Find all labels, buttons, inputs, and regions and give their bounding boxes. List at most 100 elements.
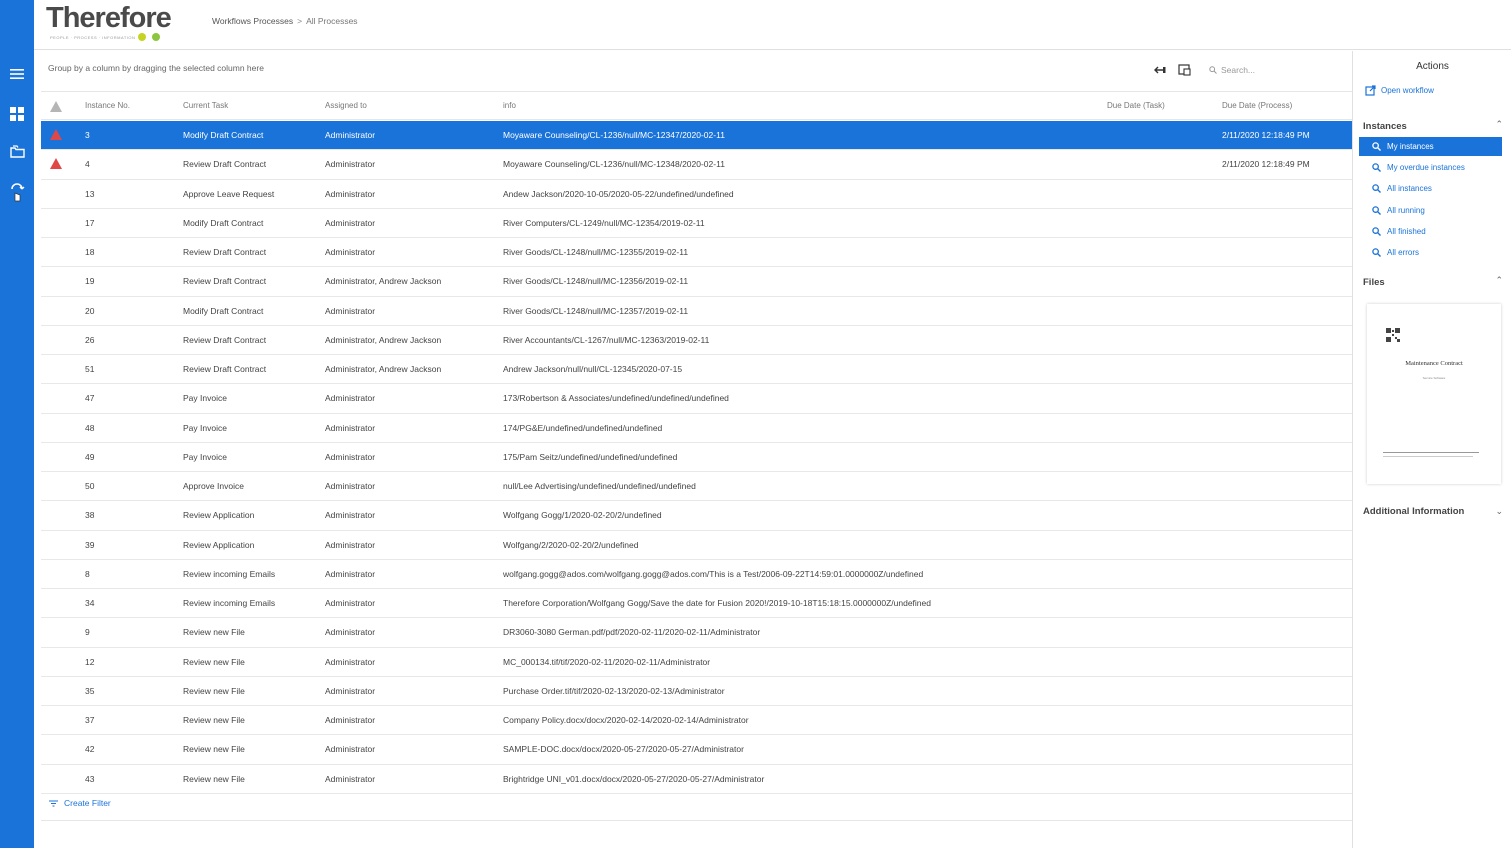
collapse-panel-icon[interactable] <box>1153 63 1167 77</box>
cell-info: SAMPLE-DOC.docx/docx/2020-05-27/2020-05-… <box>503 744 744 755</box>
table-row[interactable]: 9 Review new File Administrator DR3060-3080… <box>41 618 1352 648</box>
column-instance-no[interactable]: Instance No. <box>85 101 130 110</box>
cell-assigned-to: Administrator, Andrew Jackson <box>325 276 442 287</box>
column-assigned-to[interactable]: Assigned to <box>325 101 367 110</box>
cell-instance-no: 4 <box>85 159 90 170</box>
table-row[interactable]: 8 Review incoming Emails Administrator wolf… <box>41 560 1352 589</box>
cell-info: Therefore Corporation/Wolfgang Gogg/Save… <box>503 598 931 608</box>
instance-filter-item[interactable]: My instances <box>1359 137 1502 156</box>
instance-filter-item[interactable]: All finished <box>1359 222 1502 241</box>
warning-icon <box>50 158 62 170</box>
table-row[interactable]: 43 Review new File Administrator Brightridg… <box>41 765 1352 794</box>
qr-code-icon <box>1386 328 1400 342</box>
cell-current-task: Review Draft Contract <box>183 364 267 374</box>
cell-current-task: Modify Draft Contract <box>183 305 264 316</box>
breadcrumb-workflows[interactable]: Workflows Processes <box>212 16 293 26</box>
column-info[interactable]: info <box>503 101 516 110</box>
chevron-up-icon[interactable]: ⌃ <box>1495 275 1503 286</box>
cell-instance-no: 49 <box>85 451 95 462</box>
table-row[interactable]: 48 Pay Invoice Administrator 174/PG&E/undef… <box>41 414 1352 443</box>
instances-section-title[interactable]: Instances <box>1363 121 1407 132</box>
cell-assigned-to: Administrator <box>325 539 376 550</box>
cell-instance-no: 13 <box>85 188 95 199</box>
table-row[interactable]: 50 Approve Invoice Administrator null/Lee A… <box>41 472 1352 502</box>
chevron-up-icon[interactable]: ⌃ <box>1495 119 1503 130</box>
cell-assigned-to: Administrator <box>325 656 376 667</box>
table-row[interactable]: 37 Review new File Administrator Company Po… <box>41 706 1352 736</box>
table-row[interactable]: 26 Review Draft Contract Administrator, An… <box>41 326 1352 355</box>
cell-instance-no: 19 <box>85 276 95 287</box>
table-row[interactable]: 51 Review Draft Contract Administrator, An… <box>41 355 1352 385</box>
table-row[interactable]: 49 Pay Invoice Administrator 175/Pam Seitz/… <box>41 443 1352 472</box>
additional-info-title[interactable]: Additional Information <box>1363 506 1464 517</box>
therefore-logo[interactable]: Therefore PEOPLE · PROCESS · INFORMATION <box>46 2 186 42</box>
table-row[interactable]: 18 Review Draft Contract Administrator Rive… <box>41 238 1352 268</box>
search-box[interactable]: Search... <box>1209 65 1255 75</box>
open-workflow-link[interactable]: Open workflow <box>1365 85 1434 96</box>
cell-info: Wolfgang Gogg/1/2020-02-20/2/undefined <box>503 510 662 521</box>
dashboard-icon[interactable] <box>6 103 28 125</box>
table-row[interactable]: 3 Modify Draft Contract Administrator Moyaw… <box>41 121 1352 151</box>
open-workflow-label: Open workflow <box>1381 86 1434 95</box>
process-grid: Group by a column by dragging the select… <box>41 51 1352 821</box>
cell-current-task: Review Draft Contract <box>183 276 267 287</box>
workflow-icon[interactable] <box>6 181 28 203</box>
cell-assigned-to: Administrator <box>325 217 376 228</box>
table-row[interactable]: 47 Pay Invoice Administrator 173/Robertson … <box>41 384 1352 414</box>
cell-info: 173/Robertson & Associates/undefined/und… <box>503 393 729 404</box>
column-due-date-task[interactable]: Due Date (Task) <box>1107 101 1165 110</box>
group-by-hint[interactable]: Group by a column by dragging the select… <box>48 63 264 73</box>
instance-filter-item[interactable]: All errors <box>1359 243 1502 262</box>
right-panel: Actions Open workflow Instances ⌃ My ins… <box>1352 51 1511 848</box>
cell-info: River Goods/CL-1248/null/MC-12356/2019-0… <box>503 276 689 287</box>
instance-filter-label: My instances <box>1387 142 1434 151</box>
instance-filter-item[interactable]: All instances <box>1359 179 1502 198</box>
warning-icon <box>50 129 62 140</box>
export-icon[interactable] <box>1177 63 1191 77</box>
files-section-title[interactable]: Files <box>1363 277 1385 288</box>
folders-icon[interactable] <box>6 140 28 162</box>
cell-assigned-to: Administrator <box>325 773 376 784</box>
cell-info: Moyaware Counseling/CL-1236/null/MC-1234… <box>503 130 725 140</box>
cell-info: Andew Jackson/2020-10-05/2020-05-22/unde… <box>503 188 734 199</box>
cell-instance-no: 9 <box>85 627 90 638</box>
column-current-task[interactable]: Current Task <box>183 101 228 110</box>
table-row[interactable]: 19 Review Draft Contract Administrator, An… <box>41 267 1352 297</box>
table-row[interactable]: 38 Review Application Administrator Wolfgan… <box>41 501 1352 531</box>
cell-current-task: Review new File <box>183 773 245 784</box>
table-row[interactable]: 20 Modify Draft Contract Administrator Rive… <box>41 297 1352 326</box>
cell-instance-no: 35 <box>85 685 95 696</box>
top-bar: Therefore PEOPLE · PROCESS · INFORMATION… <box>34 0 1511 50</box>
breadcrumb-all-processes: All Processes <box>306 16 358 26</box>
column-due-date-process[interactable]: Due Date (Process) <box>1222 101 1292 110</box>
table-row[interactable]: 39 Review Application Administrator Wolfgan… <box>41 531 1352 560</box>
create-filter-button[interactable]: Create Filter <box>49 798 111 808</box>
file-thumbnail[interactable]: Maintenance Contract Service Software <box>1367 304 1501 484</box>
cell-current-task: Pay Invoice <box>183 393 227 404</box>
menu-icon[interactable] <box>6 63 28 85</box>
cell-current-task: Review new File <box>183 685 245 696</box>
cell-assigned-to: Administrator <box>325 247 376 257</box>
cell-instance-no: 34 <box>85 598 95 608</box>
table-row[interactable]: 34 Review incoming Emails Administrator The… <box>41 589 1352 619</box>
warning-column-icon[interactable] <box>50 101 62 112</box>
actions-title: Actions <box>1416 61 1449 72</box>
grid-body: 3 Modify Draft Contract Administrator Moyaw… <box>41 121 1352 794</box>
cell-current-task: Review Draft Contract <box>183 159 267 170</box>
instance-filter-item[interactable]: My overdue instances <box>1359 158 1502 177</box>
chevron-down-icon[interactable]: ⌄ <box>1495 506 1503 517</box>
table-row[interactable]: 35 Review new File Administrator Purchase O… <box>41 677 1352 706</box>
cell-current-task: Review Application <box>183 510 255 521</box>
cell-assigned-to: Administrator <box>325 568 376 579</box>
instance-filter-item[interactable]: All running <box>1359 201 1502 220</box>
table-row[interactable]: 17 Modify Draft Contract Administrator Rive… <box>41 209 1352 238</box>
cell-assigned-to: Administrator <box>325 422 376 433</box>
cell-instance-no: 51 <box>85 364 95 374</box>
search-icon <box>1372 205 1381 215</box>
table-row[interactable]: 13 Approve Leave Request Administrator Ande… <box>41 180 1352 209</box>
cell-info: MC_000134.tif/tif/2020-02-11/2020-02-11/… <box>503 656 711 667</box>
table-row[interactable]: 4 Review Draft Contract Administrator Moyaw… <box>41 150 1352 180</box>
instance-filter-label: My overdue instances <box>1387 163 1465 173</box>
table-row[interactable]: 42 Review new File Administrator SAMPLE-DOC… <box>41 735 1352 765</box>
table-row[interactable]: 12 Review new File Administrator MC_000134.… <box>41 648 1352 677</box>
